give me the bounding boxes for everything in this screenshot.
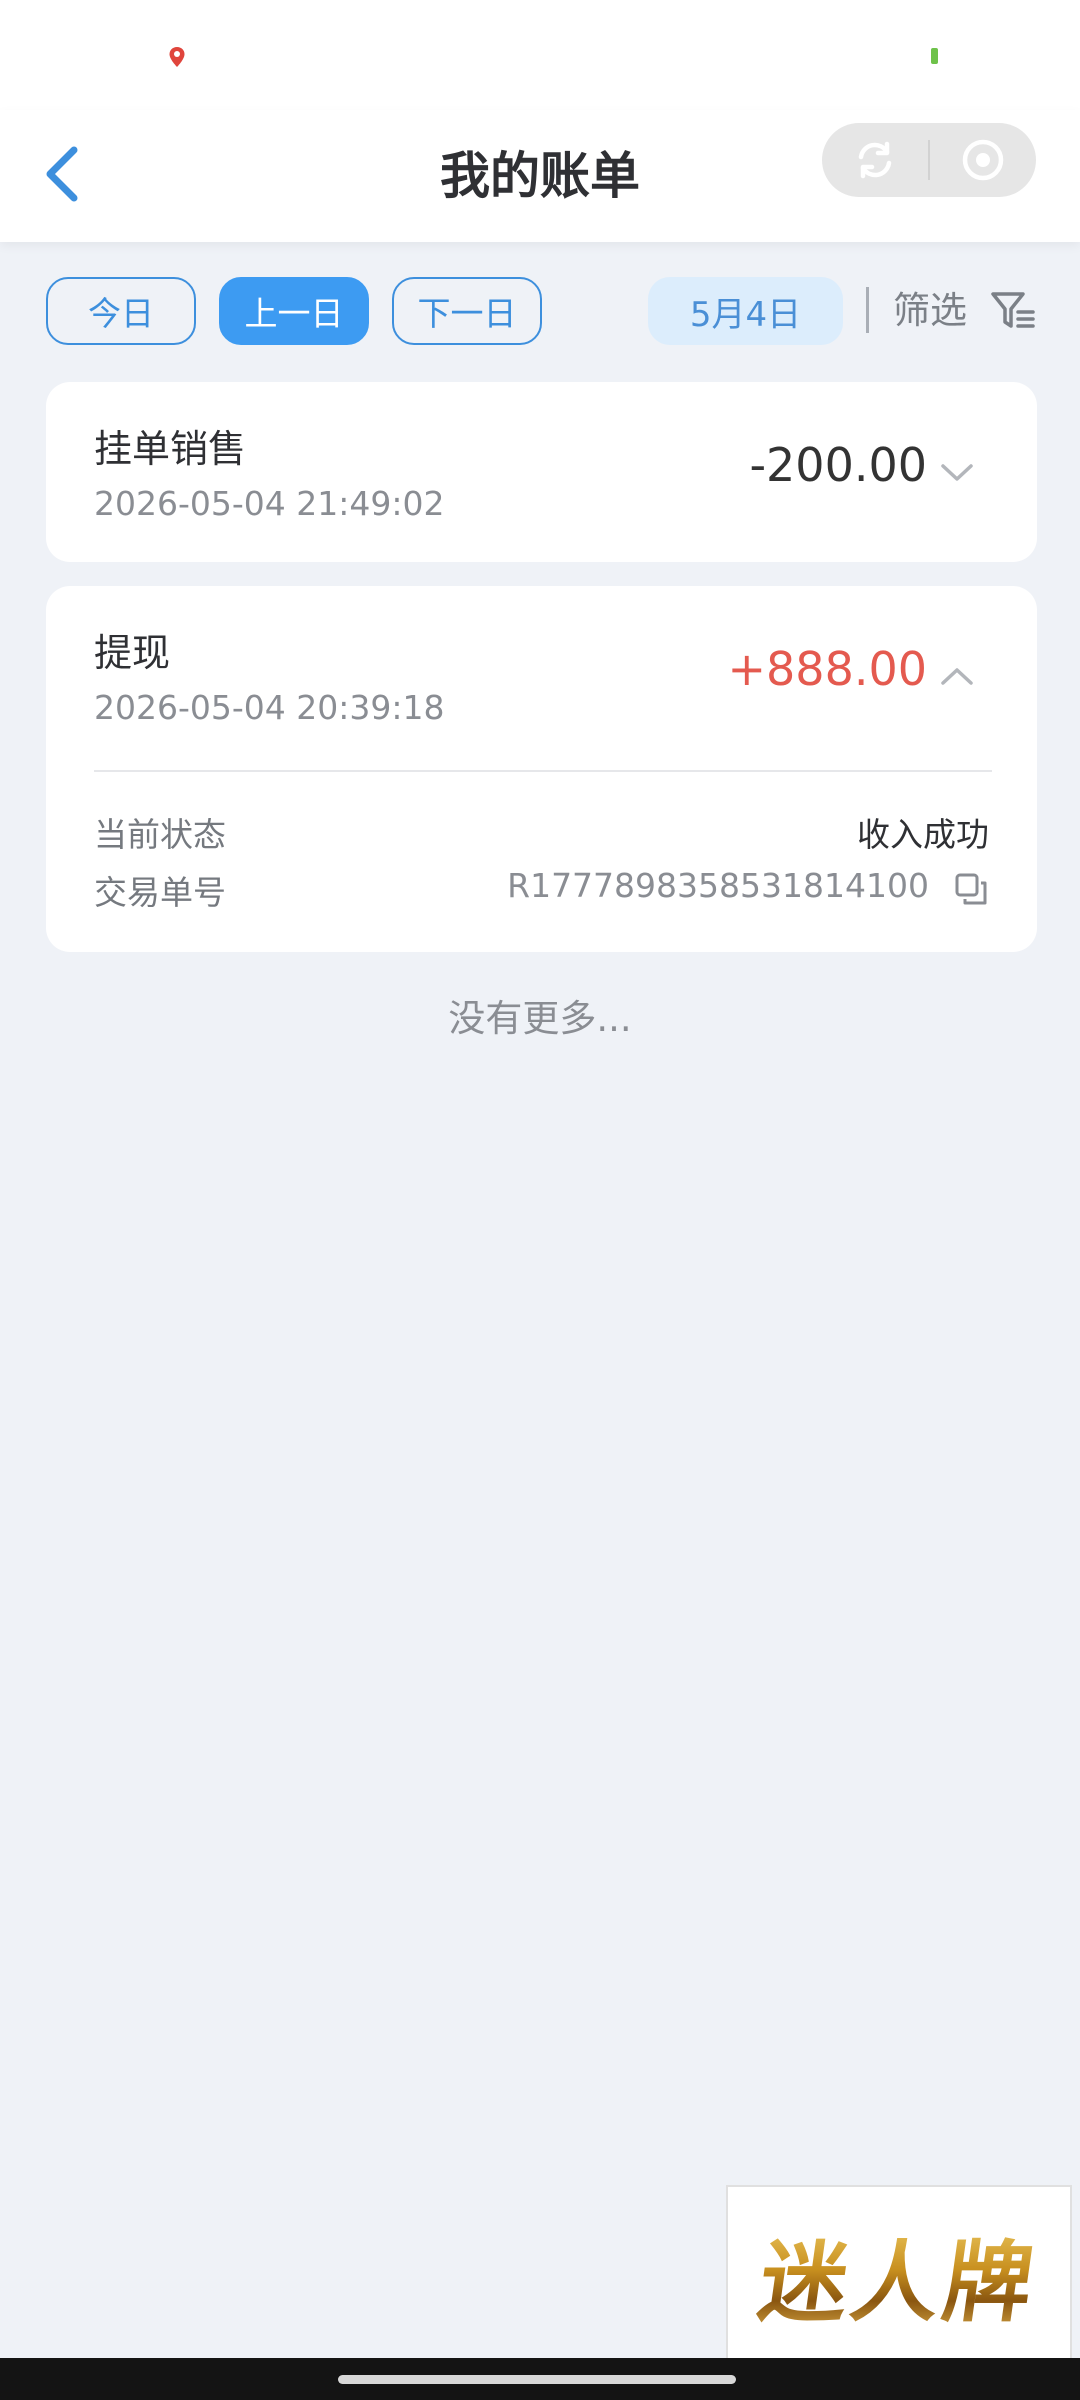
transaction-amount: +888.00 xyxy=(727,642,928,696)
close-button[interactable] xyxy=(930,123,1036,197)
copy-icon[interactable] xyxy=(954,872,988,906)
today-button[interactable]: 今日 xyxy=(46,277,196,345)
mini-program-capsule xyxy=(822,123,1036,197)
transaction-title: 提现 xyxy=(94,631,171,675)
brand-watermark: 迷人牌 xyxy=(726,2185,1072,2365)
location-pin-icon xyxy=(169,47,185,67)
transaction-time: 2026-05-04 20:39:18 xyxy=(94,688,445,727)
filter-divider xyxy=(866,287,869,333)
no-more-text: 没有更多... xyxy=(448,997,632,1040)
refresh-button[interactable] xyxy=(822,123,928,197)
transaction-title: 挂单销售 xyxy=(94,427,247,471)
order-number-label: 交易单号 xyxy=(94,873,226,912)
refresh-icon xyxy=(858,141,892,179)
order-number-value: R1777898358531814100 xyxy=(507,866,929,905)
filter-button[interactable]: 筛选 xyxy=(893,277,967,345)
prev-day-button[interactable]: 上一日 xyxy=(219,277,369,345)
next-day-button[interactable]: 下一日 xyxy=(392,277,542,345)
home-indicator[interactable] xyxy=(338,2375,736,2384)
funnel-filter-icon[interactable] xyxy=(990,290,1036,332)
chevron-down-icon[interactable] xyxy=(940,462,974,484)
battery-icon xyxy=(931,48,938,64)
date-picker-button[interactable]: 5月4日 xyxy=(648,277,843,345)
chevron-up-icon[interactable] xyxy=(940,665,974,687)
header: 我的账单 xyxy=(0,110,1080,242)
transaction-card[interactable]: 挂单销售 2026-05-04 21:49:02 -200.00 xyxy=(46,382,1037,562)
transaction-card[interactable]: 提现 2026-05-04 20:39:18 +888.00 当前状态 收入成功… xyxy=(46,586,1037,952)
watermark-logo-text: 迷人牌 xyxy=(752,2212,1046,2339)
target-close-icon xyxy=(962,139,1004,181)
status-value: 收入成功 xyxy=(857,815,989,854)
card-divider xyxy=(94,770,992,772)
status-label: 当前状态 xyxy=(94,815,226,854)
transaction-time: 2026-05-04 21:49:02 xyxy=(94,484,445,523)
transaction-amount: -200.00 xyxy=(749,438,927,492)
status-bar xyxy=(0,0,1080,110)
